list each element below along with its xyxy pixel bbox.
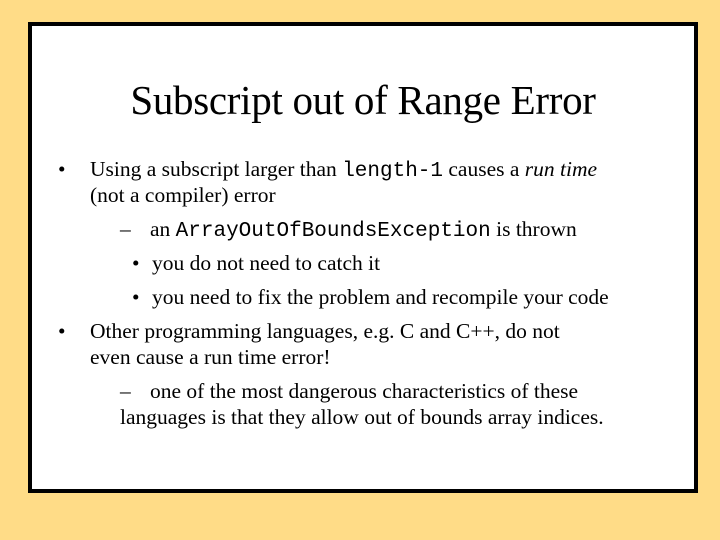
emphasis-run-time: run time [524,157,598,181]
text-segment: an [150,217,176,241]
slide-title: Subscript out of Range Error [130,77,596,123]
bullet-1-line-2: (not a compiler) error [90,183,276,207]
sub-sub-bullet-1: you do not need to catch it [152,251,381,275]
sub-sub-bullet-2: you need to fix the problem and recompil… [152,285,609,309]
bullet-marker: • [58,157,66,181]
text-segment: causes a [443,157,525,181]
text-segment: is thrown [490,217,577,241]
sub-bullet-1-1: an ArrayOutOfBoundsException is thrown [150,212,577,249]
sub-bullet-marker: – [120,217,131,241]
sub-bullet-2-1-line-2: languages is that they allow out of boun… [120,405,604,429]
bullet-2-line-2: even cause a run time error! [90,345,331,369]
code-exception-name: ArrayOutOfBoundsException [175,220,491,243]
sub-sub-bullet-marker: • [132,251,140,275]
bullet-marker: • [58,319,66,343]
sub-sub-bullet-marker: • [132,285,140,309]
slide-frame: Subscript out of Range Error • Using a s… [28,22,698,493]
code-length-minus-1: length-1 [342,160,444,183]
